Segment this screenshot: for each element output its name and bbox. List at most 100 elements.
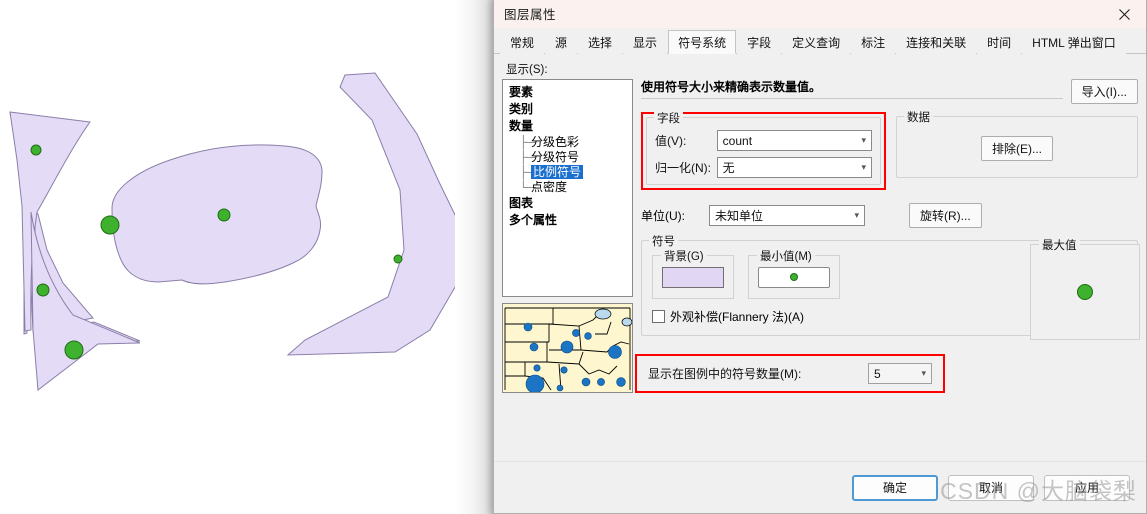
symbology-tree[interactable]: 要素 类别 数量 ├─分级色彩 ├─分级符号 ├─比例符号 └─点密度 图表 多… <box>502 79 633 297</box>
dialog-title: 图层属性 <box>504 8 557 22</box>
background-subgroup: 背景(G) <box>652 248 734 299</box>
exclude-button[interactable]: 排除(E)... <box>981 135 1053 161</box>
background-legend: 背景(G) <box>661 248 707 264</box>
ok-button[interactable]: 确定 <box>852 474 938 501</box>
data-group: 数据 排除(E)... <box>896 109 1138 178</box>
tab-fields[interactable]: 字段 <box>737 30 782 54</box>
value-field-row: 值(V): count ▾ <box>655 130 872 151</box>
tree-item-quantities[interactable]: 数量 <box>506 118 629 135</box>
min-symbol-dot <box>790 273 798 281</box>
field-data-row: 字段 值(V): count ▾ 归一化(N): 无 ▾ 数据 排除(E)... <box>641 109 1138 190</box>
display-label: 显示(S): <box>506 64 548 76</box>
import-button[interactable]: 导入(I)... <box>1070 79 1138 104</box>
units-select[interactable]: 未知单位 ▾ <box>709 205 865 226</box>
data-group-legend: 数据 <box>904 109 933 125</box>
close-glyph <box>1118 8 1130 20</box>
legend-count-label: 显示在图例中的符号数量(M): <box>648 367 802 381</box>
rotation-button[interactable]: 旋转(R)... <box>909 203 982 228</box>
tab-general[interactable]: 常规 <box>500 30 545 54</box>
map-symbol-point <box>217 208 231 222</box>
value-field-label: 值(V): <box>655 134 687 148</box>
tree-item-categories[interactable]: 类别 <box>506 101 629 118</box>
map-svg <box>9 72 478 391</box>
flannery-checkbox[interactable] <box>652 310 665 323</box>
normalization-select[interactable]: 无 ▾ <box>716 157 872 178</box>
thumbnail-water <box>594 308 612 320</box>
symbology-preview-thumbnail <box>502 303 633 393</box>
tab-time[interactable]: 时间 <box>977 30 1022 54</box>
background-color-swatch[interactable] <box>662 266 724 288</box>
close-icon[interactable] <box>1102 0 1146 28</box>
thumbnail-water <box>621 317 632 327</box>
tree-item-label: 分级色彩 <box>531 135 580 149</box>
left-column: 要素 类别 数量 ├─分级色彩 ├─分级符号 ├─比例符号 └─点密度 图表 多… <box>502 79 633 393</box>
chevron-down-icon: ▾ <box>921 368 926 378</box>
chevron-down-icon: ▾ <box>854 210 859 220</box>
legend-count-row: 显示在图例中的符号数量(M): 5 ▾ <box>640 359 940 388</box>
tree-item-graduated-colors[interactable]: ├─分级色彩 <box>516 135 629 150</box>
tab-html-popup[interactable]: HTML 弹出窗口 <box>1022 30 1126 54</box>
units-label: 单位(U): <box>641 209 685 223</box>
map-symbol-point <box>64 340 84 360</box>
tree-item-label: 点密度 <box>531 180 568 194</box>
tab-selection[interactable]: 选择 <box>578 30 623 54</box>
symbology-header-row: 使用符号大小来精确表示数量值。 导入(I)... <box>641 79 1138 104</box>
tree-item-multiple-attributes[interactable]: 多个属性 <box>506 212 629 229</box>
thumbnail-svg <box>503 304 632 392</box>
field-group: 字段 值(V): count ▾ 归一化(N): 无 ▾ <box>646 110 881 185</box>
symbol-group-legend: 符号 <box>649 233 678 249</box>
max-value-legend: 最大值 <box>1039 237 1080 253</box>
map-symbol-point <box>30 144 42 156</box>
tab-symbology[interactable]: 符号系统 <box>668 30 737 54</box>
tree-branch-icon: └─ <box>519 180 537 194</box>
tab-labels[interactable]: 标注 <box>851 30 896 54</box>
apply-button[interactable]: 应用 <box>1044 474 1130 501</box>
tree-item-label: 比例符号 <box>531 165 584 179</box>
tree-item-features[interactable]: 要素 <box>506 84 629 101</box>
tree-item-graduated-symbols[interactable]: ├─分级符号 <box>516 150 629 165</box>
right-column: 使用符号大小来精确表示数量值。 导入(I)... 字段 值(V): count … <box>635 79 1140 393</box>
symbol-section: 符号 背景(G) 最小值(M) 外观补偿(Flannery 法)(A) 最大值 <box>641 233 1140 340</box>
map-view[interactable] <box>0 0 500 514</box>
value-field-select[interactable]: count ▾ <box>716 130 872 151</box>
tab-joins-relates[interactable]: 连接和关联 <box>896 30 977 54</box>
normalization-field-row: 归一化(N): 无 ▾ <box>655 157 872 178</box>
layer-properties-dialog: 图层属性 常规 源 选择 显示 符号系统 字段 定义查询 标注 连接和关联 时间… <box>493 0 1147 514</box>
dialog-footer: 确定 取消 应用 <box>494 461 1146 513</box>
legend-count-highlight: 显示在图例中的符号数量(M): 5 ▾ <box>635 354 945 393</box>
field-group-legend: 字段 <box>654 110 683 126</box>
flannery-label: 外观补偿(Flannery 法)(A) <box>670 310 805 324</box>
chevron-down-icon: ▾ <box>861 135 866 145</box>
legend-count-select[interactable]: 5 ▾ <box>868 363 932 384</box>
cancel-button[interactable]: 取消 <box>948 474 1034 501</box>
map-edge-shadow <box>455 0 495 514</box>
tab-display[interactable]: 显示 <box>623 30 668 54</box>
min-symbol-preview[interactable] <box>758 266 830 288</box>
tab-source[interactable]: 源 <box>545 30 578 54</box>
tree-item-dot-density[interactable]: └─点密度 <box>516 180 629 195</box>
tab-definition-query[interactable]: 定义查询 <box>782 30 851 54</box>
field-group-highlight: 字段 值(V): count ▾ 归一化(N): 无 ▾ <box>641 110 886 190</box>
normalization-value: 无 <box>722 161 735 175</box>
tree-branch-icon: ├─ <box>519 150 537 164</box>
dialog-body: 显示(S): 要素 类别 数量 ├─分级色彩 ├─分级符号 ├─比例符号 └─点… <box>494 55 1146 461</box>
tree-item-label: 分级符号 <box>531 150 580 164</box>
tree-item-charts[interactable]: 图表 <box>506 195 629 212</box>
units-value: 未知单位 <box>715 209 764 223</box>
tree-item-proportional-symbols[interactable]: ├─比例符号 <box>516 165 629 180</box>
min-value-subgroup: 最小值(M) <box>748 248 840 299</box>
value-field-value: count <box>722 133 753 148</box>
tree-branch-icon: ├─ <box>519 135 537 149</box>
legend-count-value: 5 <box>874 366 881 381</box>
chevron-down-icon: ▾ <box>861 162 866 172</box>
normalization-label: 归一化(N): <box>655 161 711 175</box>
map-symbol-point <box>100 215 120 235</box>
max-value-subgroup: 最大值 <box>1030 237 1140 340</box>
min-value-legend: 最小值(M) <box>757 248 815 264</box>
dialog-titlebar: 图层属性 <box>494 0 1146 28</box>
map-symbol-point <box>393 254 403 264</box>
units-row: 单位(U): 未知单位 ▾ 旋转(R)... <box>641 203 1138 228</box>
max-symbol-dot[interactable] <box>1077 284 1093 300</box>
map-symbol-point <box>36 283 50 297</box>
map-polygon-center-blob <box>111 144 323 285</box>
